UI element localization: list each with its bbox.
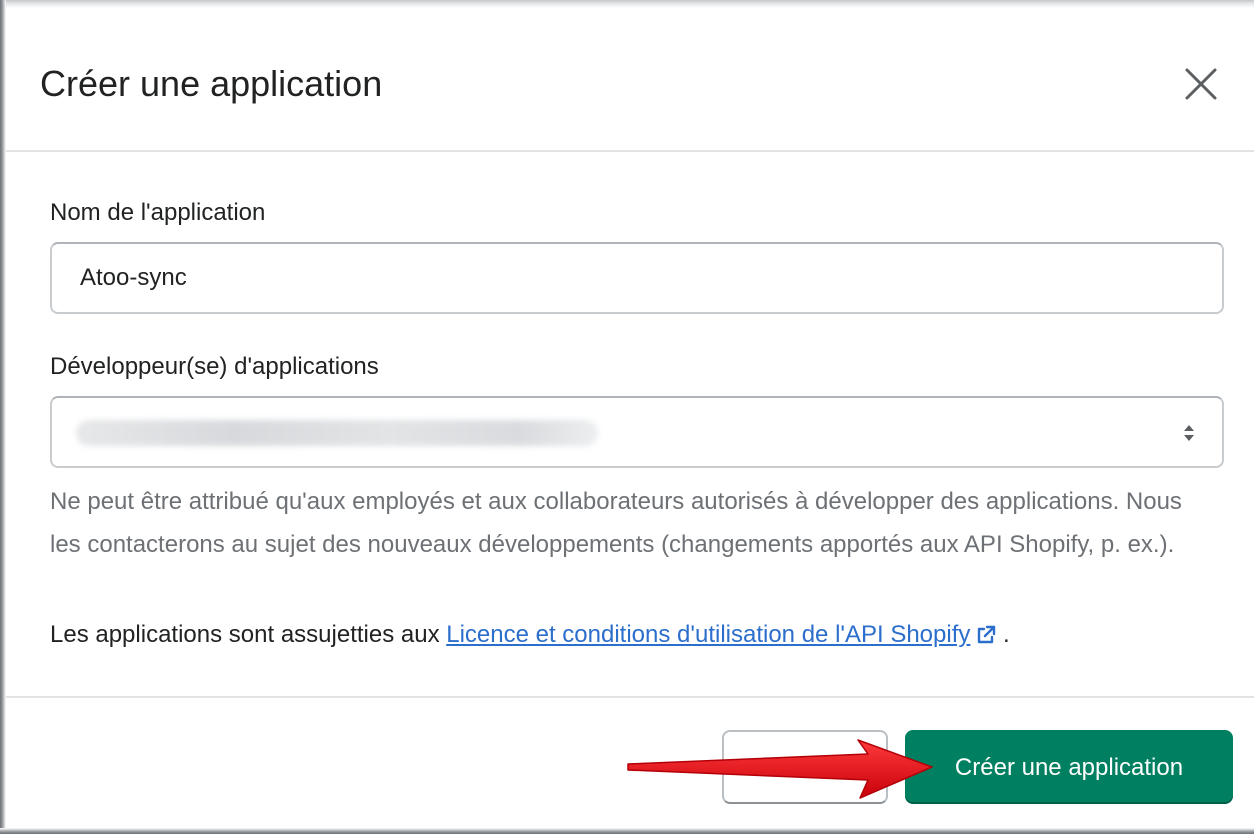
developer-select-value-redacted <box>76 420 598 446</box>
modal-footer: Annuler Créer une application <box>0 696 1254 836</box>
modal-header: Créer une application <box>0 0 1254 152</box>
license-notice: Les applications sont assujetties aux Li… <box>50 620 1220 650</box>
app-name-input[interactable] <box>50 242 1224 314</box>
backdrop-edge-bottom <box>0 828 1254 834</box>
modal-title: Créer une application <box>40 63 383 104</box>
developer-label: Développeur(se) d'applications <box>50 353 379 380</box>
backdrop-edge-left <box>0 0 6 834</box>
external-link-icon[interactable] <box>976 625 996 645</box>
developer-help-text: Ne peut être attribué qu'aux employés et… <box>50 488 1182 558</box>
cancel-button[interactable]: Annuler <box>722 730 888 804</box>
select-arrows-icon <box>1184 425 1194 441</box>
developer-select[interactable] <box>50 396 1224 468</box>
app-name-label: Nom de l'application <box>50 199 266 226</box>
modal-body: Nom de l'application Développeur(se) d'a… <box>0 152 1254 696</box>
create-app-modal: Créer une application Nom de l'applicati… <box>0 0 1254 834</box>
license-link[interactable]: Licence et conditions d'utilisation de l… <box>446 621 970 648</box>
create-app-button[interactable]: Créer une application <box>905 730 1233 804</box>
license-suffix: . <box>996 621 1010 648</box>
close-button[interactable] <box>1177 60 1225 108</box>
license-prefix: Les applications sont assujetties aux <box>50 621 447 648</box>
close-icon <box>1185 68 1217 100</box>
